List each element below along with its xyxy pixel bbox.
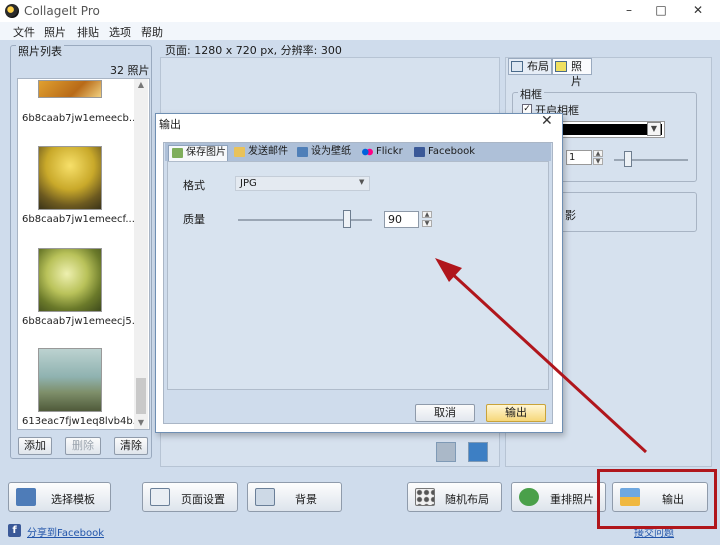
close-window-button[interactable]: ✕ <box>690 3 706 17</box>
add-photo-button[interactable]: 添加 <box>18 437 52 455</box>
maximize-button[interactable]: □ <box>653 3 669 17</box>
save-image-icon <box>172 148 183 158</box>
minimize-button[interactable]: – <box>621 3 637 17</box>
scroll-down-icon[interactable]: ▼ <box>136 418 146 427</box>
spin-down-button[interactable]: ▼ <box>422 220 432 227</box>
frame-width-field[interactable]: 1 <box>566 150 592 165</box>
flickr-icon <box>362 147 373 157</box>
quality-slider[interactable] <box>238 219 372 221</box>
chevron-down-icon[interactable]: ▼ <box>647 122 661 136</box>
random-layout-button[interactable]: 随机布局 <box>407 482 502 512</box>
menu-photo[interactable]: 照片 <box>44 24 66 40</box>
select-template-button[interactable]: 选择模板 <box>8 482 111 512</box>
photo-name: 6b8caab7jw1emeecf... <box>22 214 135 225</box>
clear-photos-button[interactable]: 清除 <box>114 437 148 455</box>
tab-send-email-label: 发送邮件 <box>248 146 288 157</box>
shadow-label: 影 <box>565 209 576 222</box>
template-icon <box>16 488 36 506</box>
refresh-icon <box>519 488 539 506</box>
share-facebook-link[interactable]: 分享到Facebook <box>27 524 104 539</box>
background-icon <box>255 488 275 506</box>
reshuffle-photos-label: 重排照片 <box>550 493 594 506</box>
spin-up-button[interactable]: ▲ <box>593 150 603 157</box>
tab-save-image[interactable]: 保存图片 <box>168 145 228 161</box>
photo-name: 6b8caab7jw1emeecj5... <box>22 316 142 327</box>
tab-facebook-label: Facebook <box>428 146 475 157</box>
menu-options[interactable]: 选项 <box>109 24 131 40</box>
background-button[interactable]: 背景 <box>247 482 342 512</box>
page-setup-icon <box>150 488 170 506</box>
select-template-label: 选择模板 <box>51 493 95 506</box>
tab-flickr-label: Flickr <box>376 146 403 157</box>
tab-save-image-label: 保存图片 <box>186 147 226 158</box>
export-highlight-box <box>597 469 717 529</box>
facebook-icon <box>414 147 425 157</box>
crop-icon[interactable] <box>436 442 456 462</box>
scrollbar-thumb[interactable] <box>136 378 146 414</box>
reshuffle-photos-button[interactable]: 重排照片 <box>511 482 606 512</box>
photo-thumbnail[interactable] <box>38 146 102 210</box>
dialog-title: 输出 <box>159 118 181 131</box>
format-label: 格式 <box>183 179 205 192</box>
tab-facebook[interactable]: Facebook <box>411 145 475 161</box>
tab-flickr[interactable]: Flickr <box>359 145 407 161</box>
quality-label: 质量 <box>183 213 205 226</box>
quality-slider-knob[interactable] <box>342 210 351 228</box>
menu-bar <box>0 22 720 40</box>
spin-up-button[interactable]: ▲ <box>422 211 432 218</box>
photo-count: 32 照片 <box>110 64 150 77</box>
page-setup-label: 页面设置 <box>181 493 225 506</box>
photo-name: 6b8caab7jw1emeecb... <box>22 113 139 124</box>
slider-knob[interactable] <box>624 151 632 167</box>
spin-down-button[interactable]: ▼ <box>593 158 603 165</box>
photo-list-scrollbar[interactable] <box>134 79 148 429</box>
background-label: 背景 <box>295 493 317 506</box>
scroll-up-icon[interactable]: ▲ <box>136 80 146 89</box>
random-layout-label: 随机布局 <box>445 493 489 506</box>
menu-layout[interactable]: 排贴 <box>77 24 99 40</box>
delete-photo-button[interactable]: 删除 <box>65 437 101 455</box>
email-icon <box>234 147 245 157</box>
photo-thumbnail[interactable] <box>38 348 102 412</box>
tab-send-email[interactable]: 发送邮件 <box>231 145 291 161</box>
photo-thumbnail[interactable] <box>38 248 102 312</box>
page-setup-button[interactable]: 页面设置 <box>142 482 238 512</box>
fit-screen-icon[interactable] <box>468 442 488 462</box>
photo-thumbnail[interactable] <box>38 80 102 98</box>
monitor-icon <box>297 147 308 157</box>
photo-name: 613eac7fjw1eq8lvb4b... <box>22 416 143 427</box>
format-select[interactable]: JPG <box>235 176 370 191</box>
export-ok-button[interactable]: 输出 <box>486 404 546 422</box>
menu-file[interactable]: 文件 <box>13 24 35 40</box>
dice-icon <box>415 488 435 506</box>
menu-help[interactable]: 帮助 <box>141 24 163 40</box>
close-icon[interactable]: ✕ <box>541 113 553 129</box>
chevron-down-icon[interactable]: ▼ <box>359 178 364 186</box>
quality-field[interactable]: 90 <box>384 211 419 228</box>
photo-list-title: 照片列表 <box>16 43 64 59</box>
facebook-icon: f <box>8 524 21 537</box>
dialog-content <box>167 161 549 390</box>
app-logo-icon <box>5 4 19 18</box>
photo-icon <box>555 61 567 72</box>
window-title: CollageIt Pro <box>24 4 100 18</box>
tab-set-wallpaper-label: 设为壁纸 <box>311 146 351 157</box>
tab-set-wallpaper[interactable]: 设为壁纸 <box>294 145 356 161</box>
page-info: 页面: 1280 x 720 px, 分辨率: 300 <box>165 44 342 57</box>
cancel-button[interactable]: 取消 <box>415 404 475 422</box>
layout-icon <box>511 61 523 72</box>
frame-group-title: 相框 <box>518 86 544 102</box>
title-bar <box>0 0 720 22</box>
